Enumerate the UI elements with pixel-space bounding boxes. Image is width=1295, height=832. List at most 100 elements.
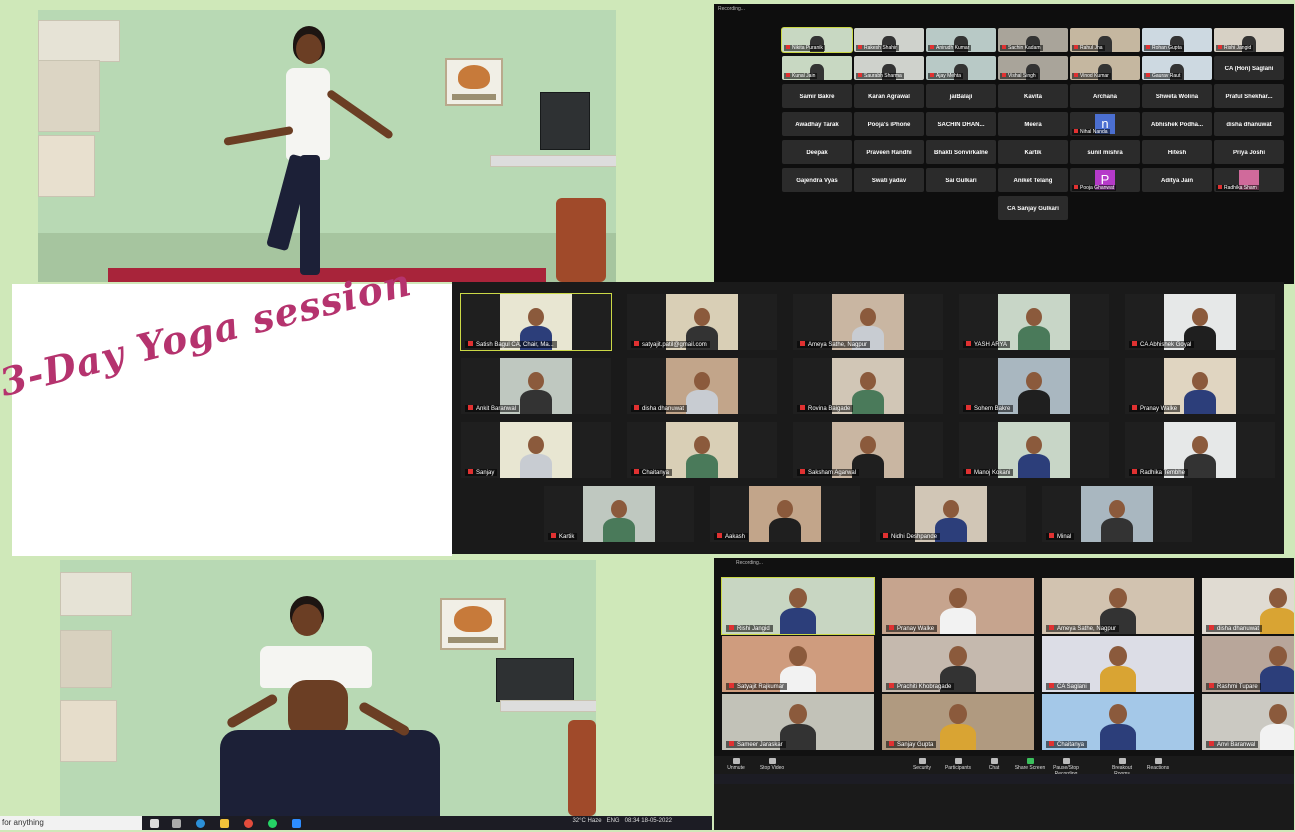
participant-tile: Kavita — [998, 84, 1068, 108]
participant-video-tile: Satish Bagul CA, Chair, Ma... — [461, 294, 611, 350]
participant-tile: sunil mishra — [1070, 140, 1140, 164]
participant-face — [860, 436, 876, 454]
participant-tile: Meera — [998, 112, 1068, 136]
toolbar-button[interactable]: Security — [904, 758, 940, 771]
chrome-icon[interactable] — [244, 819, 253, 828]
participant-name: Aditya Jain — [1160, 177, 1193, 184]
whatsapp-icon[interactable] — [268, 819, 277, 828]
participant-name-label: Sohem Bakre — [963, 405, 1014, 412]
participant-body — [1260, 608, 1294, 634]
participant-face — [860, 372, 876, 390]
participant-face — [1026, 308, 1042, 326]
participant-body — [769, 518, 801, 542]
participant-video-tile: Rishi Jangid — [1214, 28, 1284, 52]
participant-video-tile: Ankit Baranwal — [461, 358, 611, 414]
participant-name-label: Anvi Baranwal — [1206, 741, 1259, 748]
recording-indicator: Recording... — [736, 560, 763, 566]
participant-video-tile: disha dhanuwat — [1202, 578, 1294, 634]
participant-name-label: Sachin Kadam — [1000, 45, 1043, 51]
toolbar-label: Reactions — [1146, 765, 1170, 771]
participant-body — [1184, 390, 1216, 414]
participant-name-label: Prachiti Khobragade — [886, 683, 955, 690]
recording-indicator: Recording... — [718, 6, 745, 12]
zoom-icon[interactable] — [292, 819, 301, 828]
toolbar-button[interactable]: Chat — [976, 758, 1012, 771]
participant-name-label: Manoj Kokani — [963, 469, 1014, 476]
toolbar-icon — [1062, 758, 1070, 764]
participant-body — [1101, 518, 1133, 542]
participant-tile: n Nihal Nanda — [1070, 112, 1140, 136]
participant-video-tile: Anirudh Kumar — [926, 28, 996, 52]
participant-tile: SACHIN DHAN... — [926, 112, 996, 136]
participant-name-label: disha dhanuwat — [631, 405, 688, 412]
participant-video-tile: Saurabh Sharma — [854, 56, 924, 80]
participant-video-tile: Saksham Agarwal — [793, 422, 943, 478]
taskbar-search-input[interactable]: for anything — [0, 816, 142, 830]
participant-name: Praful Shekhar... — [1225, 93, 1273, 100]
toolbar-button[interactable]: Unmute — [718, 758, 754, 771]
participant-face — [694, 308, 710, 326]
toolbar-button[interactable]: Stop Video — [754, 758, 790, 771]
instructor-video-bottom — [60, 560, 596, 816]
participant-name-label: CA Abhishek Goyal — [1129, 341, 1195, 348]
start-icon[interactable] — [150, 819, 159, 828]
participant-body — [1100, 666, 1136, 692]
participant-video-tile: Prachiti Khobragade — [882, 636, 1034, 692]
participant-face — [1109, 588, 1127, 608]
participant-face — [694, 436, 710, 454]
system-tray: 32°C Haze ENG 08:34 18-05-2022 — [572, 818, 672, 824]
task-view-icon[interactable] — [172, 819, 181, 828]
participant-name: Gajendra Vyas — [796, 177, 838, 184]
participant-body — [940, 608, 976, 634]
participant-face — [1026, 372, 1042, 390]
participant-tile: Aditya Jain — [1142, 168, 1212, 192]
participant-video-tile: CA Abhishek Goyal — [1125, 294, 1275, 350]
black-band — [714, 784, 1294, 830]
participant-video-tile: Sanjay — [461, 422, 611, 478]
participant-video-tile: Rishi Jangid — [722, 578, 874, 634]
portrait-poster — [445, 58, 503, 106]
participant-video-tile: Ameya Sathe, Nagpur — [793, 294, 943, 350]
toolbar-label: Chat — [988, 765, 1000, 771]
participant-video-tile: Kunal Jain — [782, 56, 852, 80]
participant-tile: Sai Gulkari — [926, 168, 996, 192]
participant-name-label: Satish Bagul CA, Chair, Ma... — [465, 341, 557, 348]
participant-name-label: YASH ARYA — [963, 341, 1011, 348]
participant-face — [1109, 704, 1127, 724]
participant-face — [789, 588, 807, 608]
participant-name: SACHIN DHAN... — [937, 121, 985, 128]
participant-video-tile: Rashmi Tupare — [1202, 636, 1294, 692]
participant-body — [1018, 454, 1050, 478]
participant-name-label: Chaitanya — [631, 469, 673, 476]
participant-face — [1192, 308, 1208, 326]
participant-body — [1184, 454, 1216, 478]
participant-name-label: Ajay Mehta — [928, 73, 964, 79]
toolbar-button[interactable]: Share Screen — [1012, 758, 1048, 771]
participant-name-label: Sanjay — [465, 469, 498, 476]
toolbar-button[interactable]: Reactions — [1140, 758, 1176, 771]
participant-name: sunil mishra — [1087, 149, 1123, 156]
desktop-computer — [540, 92, 590, 150]
participant-video-tile: Pranay Walke — [882, 578, 1034, 634]
participant-name: Priya Joshi — [1232, 149, 1265, 156]
participant-face — [1269, 646, 1287, 666]
participant-tile: CA Sanjay Gulkari — [998, 196, 1068, 220]
participant-tile: Awadhay Tarak — [782, 112, 852, 136]
participant-name-label: Kartik — [548, 533, 578, 540]
participant-tile: Archana — [1070, 84, 1140, 108]
participant-body — [1018, 326, 1050, 350]
participant-video-tile: Ameya Sathe, Nagpur — [1042, 578, 1194, 634]
zoom-toolbar: Unmute Stop Video Security Participants Chat… — [714, 756, 1294, 777]
file-explorer-icon[interactable] — [220, 819, 229, 828]
participant-body — [686, 454, 718, 478]
participant-face — [1026, 436, 1042, 454]
participant-name-label: Rishi Jangid — [726, 625, 773, 632]
participant-body — [686, 390, 718, 414]
toolbar-icon — [732, 758, 740, 764]
clock-time: 08:34 — [624, 818, 640, 824]
participant-name: Kavita — [1023, 93, 1042, 100]
zoom-gallery-bottom: Recording... Rishi Jangid Pranay Walke Ame… — [714, 558, 1294, 784]
participant-name-label: Vinod Kumar — [1072, 73, 1111, 79]
toolbar-button[interactable]: Participants — [940, 758, 976, 771]
edge-icon[interactable] — [196, 819, 205, 828]
